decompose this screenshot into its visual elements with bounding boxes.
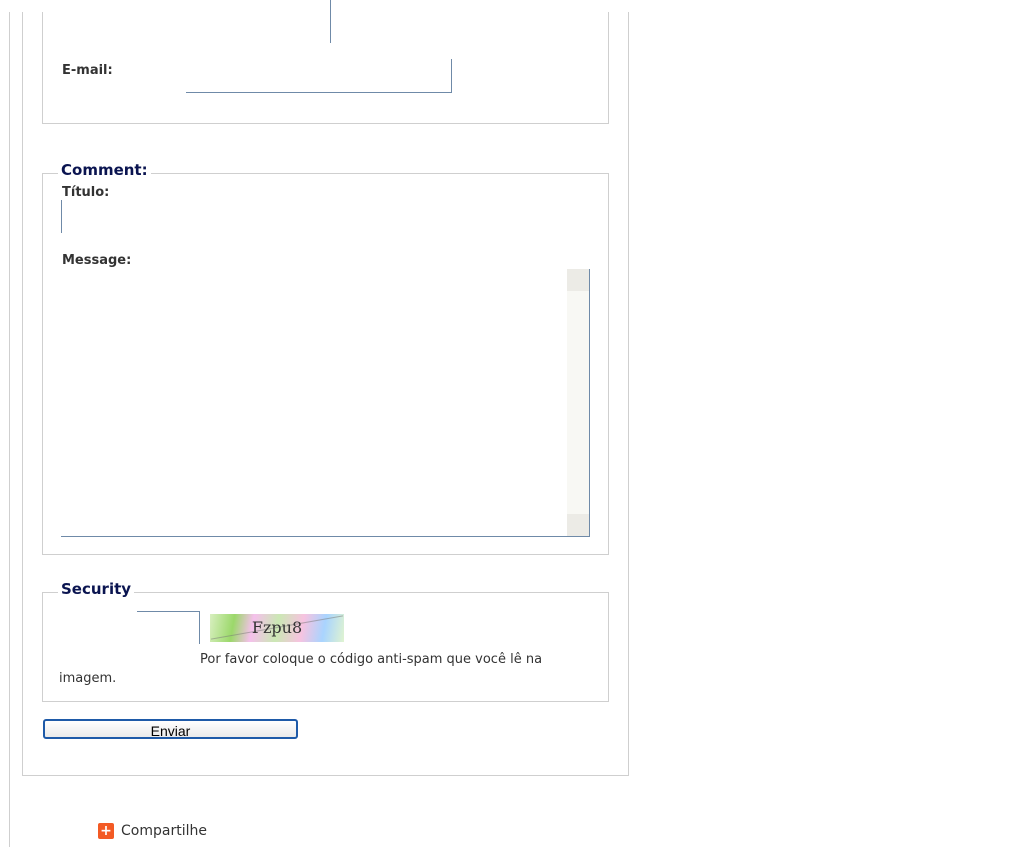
security-legend: Security [58,580,135,598]
share-link[interactable]: + Compartilhe [98,823,207,839]
contact-fieldset: E-mail: [42,0,609,124]
comment-legend: Comment: [58,161,151,179]
share-plus-icon: + [98,823,114,839]
captcha-input-top-line [137,611,200,612]
name-input[interactable] [0,0,331,43]
captcha-help-text: Por favor coloque o código anti-spam que… [200,652,543,667]
captcha-help-text-cont: imagem. [59,671,117,686]
message-textarea[interactable] [61,269,590,537]
share-label: Compartilhe [121,823,207,839]
title-label: Título: [62,185,110,200]
title-input[interactable] [61,200,62,233]
captcha-input[interactable] [137,611,200,644]
security-fieldset: Security [42,580,609,702]
comment-fieldset: Comment: Título: Message: [42,161,609,555]
scroll-down-arrow-icon[interactable] [567,514,589,536]
scroll-up-arrow-icon[interactable] [567,269,589,291]
email-label: E-mail: [62,63,113,78]
submit-button[interactable]: Enviar [43,719,298,739]
captcha-image: Fzpu8 [210,614,344,642]
email-input[interactable] [186,59,452,93]
message-label: Message: [62,253,132,268]
message-scrollbar[interactable] [567,269,589,536]
page-left-border [9,12,10,847]
